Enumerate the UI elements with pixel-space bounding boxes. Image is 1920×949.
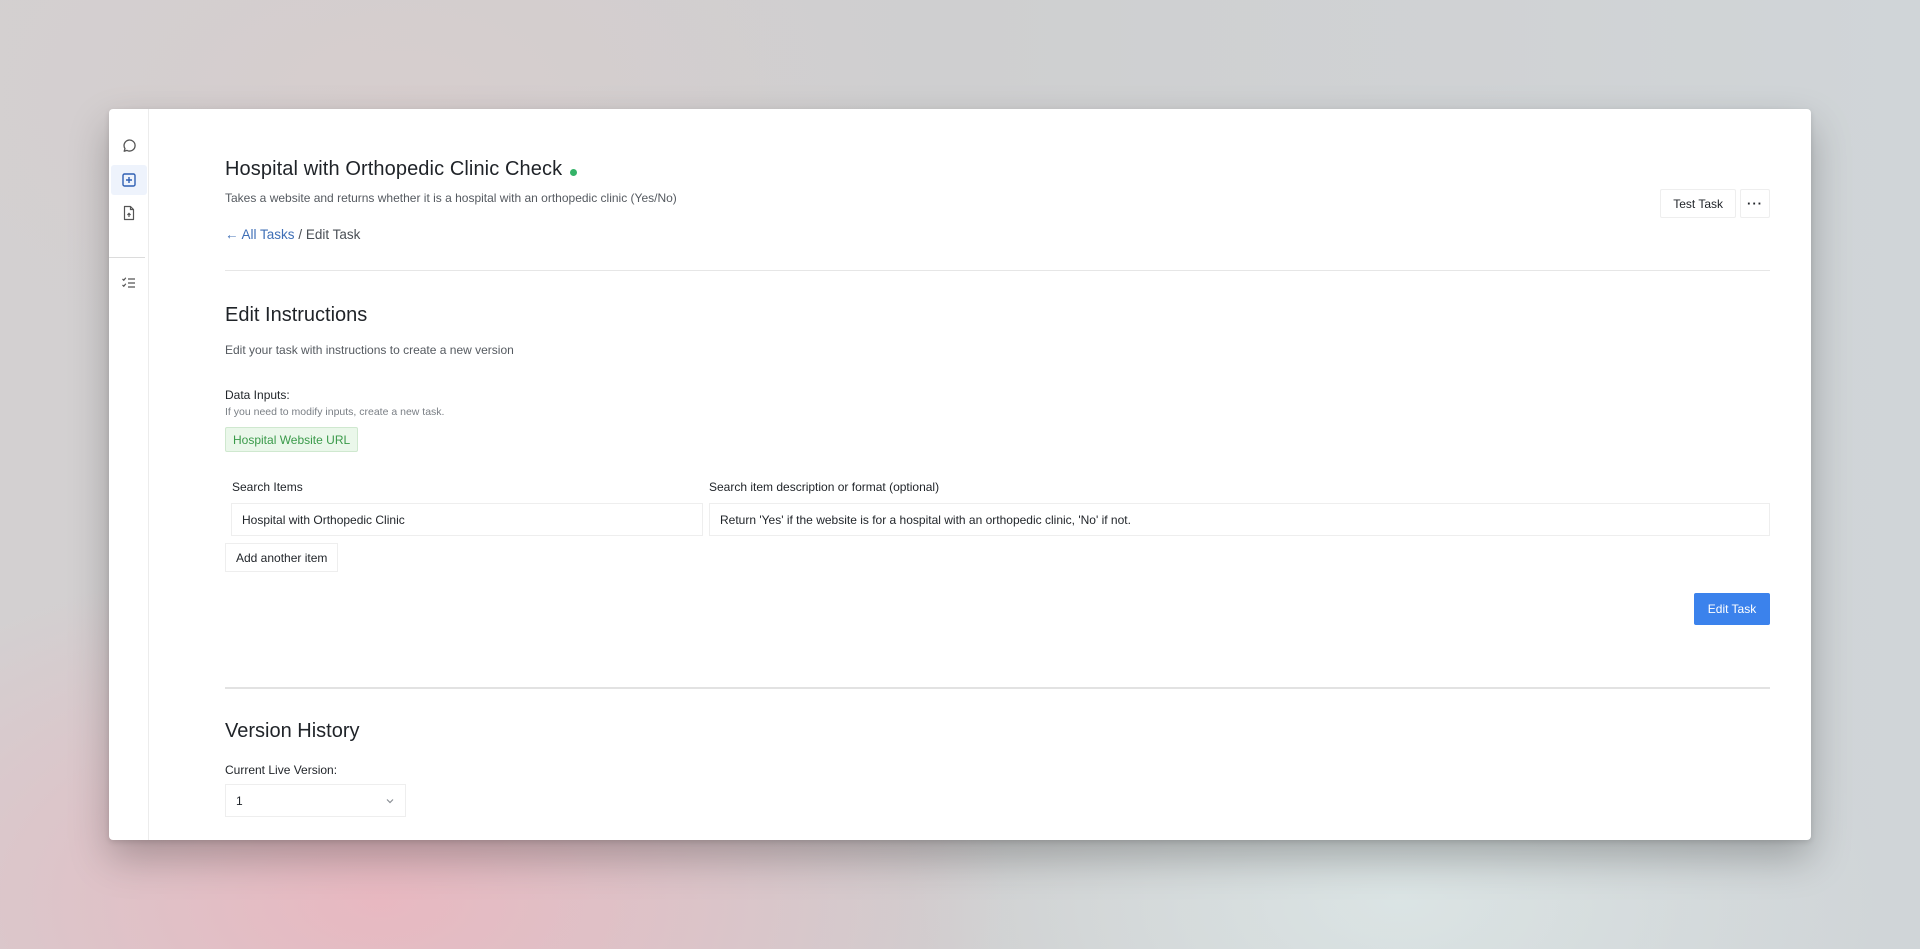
divider [225, 270, 1770, 271]
status-indicator [570, 168, 578, 176]
header-actions: Test Task ··· [1660, 189, 1770, 218]
version-select[interactable]: 1 [225, 784, 406, 817]
breadcrumb: ← All Tasks / Edit Task [225, 227, 360, 242]
main-content: Hospital with Orthopedic Clinic Check Ta… [225, 109, 1770, 840]
sidebar-divider [109, 257, 145, 258]
edit-instructions-description: Edit your task with instructions to crea… [225, 343, 514, 357]
version-history-heading: Version History [225, 720, 360, 742]
more-icon: ··· [1747, 196, 1763, 211]
sidebar-item-upload[interactable] [111, 198, 147, 228]
sidebar-item-new-task[interactable] [111, 165, 147, 195]
search-items-column-label: Search Items [232, 480, 303, 494]
edit-instructions-heading: Edit Instructions [225, 304, 368, 326]
page-title: Hospital with Orthopedic Clinic Check [225, 158, 563, 180]
checklist-icon [122, 277, 135, 288]
breadcrumb-separator: / [298, 227, 303, 242]
section-divider [225, 687, 1770, 689]
file-upload-icon [123, 205, 135, 221]
search-item-description-input[interactable]: Return 'Yes' if the website is for a hos… [709, 503, 1770, 536]
sidebar-item-chat[interactable] [111, 131, 147, 161]
back-to-all-tasks-link[interactable]: ← All Tasks [225, 227, 295, 242]
version-select-value: 1 [236, 793, 243, 808]
add-square-icon [122, 173, 136, 187]
chevron-down-icon [386, 798, 394, 803]
description-column-label: Search item description or format (optio… [709, 480, 940, 494]
search-item-name-input[interactable]: Hospital with Orthopedic Clinic [231, 503, 703, 536]
arrow-left-icon: ← [225, 227, 239, 242]
chat-icon [123, 139, 136, 152]
more-options-button[interactable]: ··· [1740, 189, 1770, 218]
add-another-item-button[interactable]: Add another item [225, 543, 339, 572]
sidebar-rail [109, 109, 149, 840]
app-window: Hospital with Orthopedic Clinic Check Ta… [109, 109, 1811, 840]
data-input-chip: Hospital Website URL [225, 427, 359, 452]
title-row: Hospital with Orthopedic Clinic Check [225, 158, 578, 181]
sidebar-item-tasks[interactable] [111, 268, 147, 298]
test-task-button[interactable]: Test Task [1660, 189, 1736, 218]
breadcrumb-current: Edit Task [305, 227, 361, 242]
current-live-version-label: Current Live Version: [225, 763, 338, 777]
data-inputs-label: Data Inputs: [225, 388, 290, 402]
edit-task-submit-button[interactable]: Edit Task [1694, 593, 1770, 625]
page-subtitle: Takes a website and returns whether it i… [225, 191, 677, 205]
data-inputs-hint: If you need to modify inputs, create a n… [225, 406, 445, 418]
